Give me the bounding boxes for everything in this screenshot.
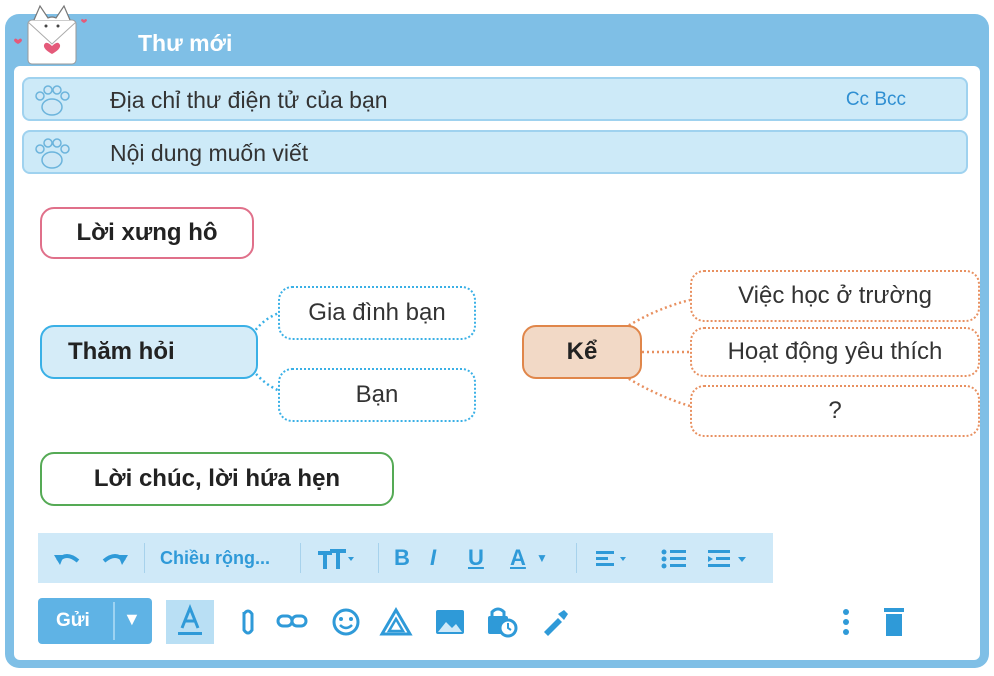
toolbar-divider (300, 543, 301, 573)
toolbar-divider (576, 543, 577, 573)
attach-icon[interactable] (230, 604, 266, 640)
confidential-icon[interactable] (484, 604, 520, 640)
more-icon[interactable] (828, 604, 864, 640)
closing-node: Lời chúc, lời hứa hẹn (40, 452, 394, 506)
link-icon[interactable] (274, 604, 310, 640)
font-selector[interactable]: Chiều rộng... (160, 548, 270, 569)
signature-icon[interactable] (536, 604, 572, 640)
trash-icon[interactable] (876, 604, 912, 640)
bold-button[interactable]: B (394, 545, 410, 571)
ask-item-family: Gia đình bạn (278, 286, 476, 340)
tell-item-unknown: ? (690, 385, 980, 437)
formatting-icon[interactable] (166, 600, 214, 644)
ask-node: Thăm hỏi (40, 325, 258, 379)
underline-button[interactable]: U (468, 545, 484, 571)
tell-node: Kể (522, 325, 642, 379)
chevron-down-icon[interactable]: ▼ (536, 551, 548, 565)
undo-icon[interactable] (52, 549, 82, 569)
toolbar-divider (378, 543, 379, 573)
send-divider (113, 602, 115, 640)
toolbar-divider (144, 543, 145, 573)
greeting-node: Lời xưng hô (40, 207, 254, 259)
tell-item-school: Việc học ở trường (690, 270, 980, 322)
text-color-button[interactable]: A (510, 545, 526, 571)
tell-item-hobby: Hoạt động yêu thích (690, 327, 980, 377)
drive-icon[interactable] (378, 604, 414, 640)
align-icon[interactable] (594, 549, 634, 569)
text-size-icon[interactable] (316, 547, 356, 571)
send-button[interactable]: Gửi ▼ (38, 598, 152, 644)
formatting-toolbar: Chiều rộng... B I U A ▼ (38, 533, 773, 583)
italic-button[interactable]: I (430, 545, 436, 571)
ask-item-friend: Bạn (278, 368, 476, 422)
bullet-list-icon[interactable] (660, 548, 688, 570)
image-icon[interactable] (432, 604, 468, 640)
chevron-down-icon[interactable]: ▼ (123, 609, 141, 630)
indent-icon[interactable] (706, 548, 756, 570)
emoji-icon[interactable] (328, 604, 364, 640)
redo-icon[interactable] (100, 549, 130, 569)
send-label: Gửi (56, 610, 90, 631)
